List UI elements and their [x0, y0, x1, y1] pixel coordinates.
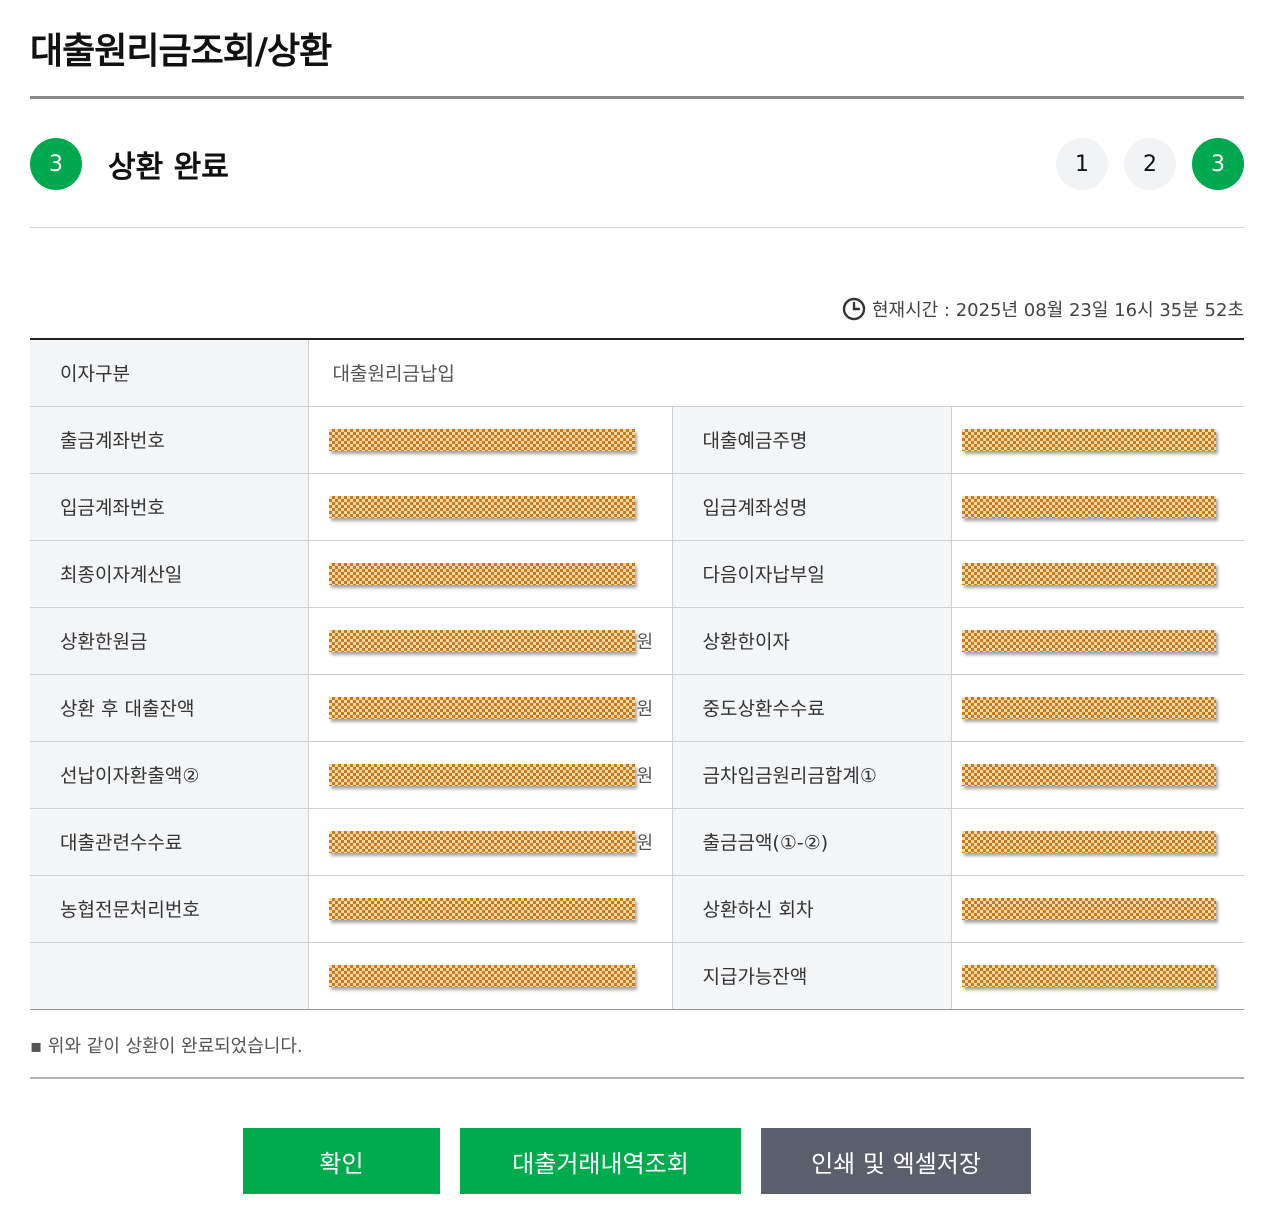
- field-label: 입금계좌번호: [30, 473, 308, 541]
- field-label: 상환한원금: [30, 607, 308, 675]
- field-label: 상환하신 회차: [671, 875, 951, 943]
- completion-note: ▪ 위와 같이 상환이 완료되었습니다.: [30, 1036, 303, 1057]
- table-row: 입금계좌번호 입금계좌성명: [30, 473, 1245, 541]
- page-title: 대출원리금조회/상환: [30, 31, 332, 72]
- table-row: 출금계좌번호 대출예금주명: [30, 406, 1245, 474]
- field-value: 원: [307, 674, 672, 742]
- current-time: 현재시간 : 2025년 08월 23일 16시 35분 52초: [842, 296, 1244, 322]
- redacted-value: [328, 964, 635, 987]
- redacted-value: [961, 562, 1216, 585]
- redacted-value: [328, 830, 635, 853]
- field-value: [950, 406, 1245, 474]
- table-row: 이자구분 대출원리금납입: [30, 339, 1245, 407]
- current-step-badge: 3: [30, 138, 82, 190]
- bottom-divider: [30, 1077, 1244, 1079]
- redacted-value: [961, 763, 1216, 786]
- field-value: [307, 540, 672, 608]
- field-label: 농협전문처리번호: [30, 875, 308, 943]
- table-row: 농협전문처리번호 상환하신 회차: [30, 875, 1245, 943]
- redacted-value: [328, 629, 635, 652]
- redacted-value: [961, 428, 1216, 451]
- value-unit: 원: [636, 765, 654, 787]
- field-label: 지급가능잔액: [671, 942, 951, 1010]
- redacted-value: [961, 964, 1216, 987]
- field-value: [950, 808, 1245, 876]
- field-label: 상환 후 대출잔액: [30, 674, 308, 742]
- field-value: [307, 875, 672, 943]
- loan-history-button[interactable]: 대출거래내역조회: [460, 1128, 741, 1194]
- step-title: 상환 완료: [108, 150, 229, 185]
- field-value: [950, 473, 1245, 541]
- field-value: [307, 473, 672, 541]
- step-dot-1: 1: [1056, 138, 1108, 190]
- field-value: 원: [307, 741, 672, 809]
- field-value: [950, 607, 1245, 675]
- field-label: 중도상환수수료: [671, 674, 951, 742]
- print-excel-button[interactable]: 인쇄 및 엑셀저장: [761, 1128, 1031, 1194]
- clock-icon: [842, 297, 866, 321]
- field-label: 금차입금원리금합계①: [671, 741, 951, 809]
- field-label: 다음이자납부일: [671, 540, 951, 608]
- value-unit: 원: [636, 698, 654, 720]
- field-label: 출금계좌번호: [30, 406, 308, 474]
- field-label: 출금금액(①-②): [671, 808, 951, 876]
- field-value: [950, 540, 1245, 608]
- table-row: 상환한원금 원 상환한이자: [30, 607, 1245, 675]
- interest-type-label: 이자구분: [30, 339, 308, 407]
- step-dot-2: 2: [1124, 138, 1176, 190]
- redacted-value: [961, 696, 1216, 719]
- field-label: 최종이자계산일: [30, 540, 308, 608]
- redacted-value: [961, 629, 1216, 652]
- step-indicator: 1 2 3: [1056, 138, 1244, 190]
- field-label: 상환한이자: [671, 607, 951, 675]
- field-value: [950, 674, 1245, 742]
- redacted-value: [328, 763, 635, 786]
- field-value: [950, 875, 1245, 943]
- step-header: 3 상환 완료 1 2 3: [30, 138, 1244, 190]
- redacted-value: [328, 428, 635, 451]
- action-buttons: 확인 대출거래내역조회 인쇄 및 엑셀저장: [243, 1128, 1031, 1194]
- table-row: 지급가능잔액: [30, 942, 1245, 1010]
- table-row: 선납이자환출액② 원 금차입금원리금합계①: [30, 741, 1245, 809]
- repayment-result-table: 이자구분 대출원리금납입 출금계좌번호 대출예금주명 입금계좌번호 입금계좌성명 최종이…: [30, 338, 1245, 1010]
- redacted-value: [328, 495, 635, 518]
- current-time-text: 현재시간 : 2025년 08월 23일 16시 35분 52초: [871, 300, 1244, 321]
- field-label: 입금계좌성명: [671, 473, 951, 541]
- step-divider: [30, 227, 1244, 228]
- table-row: 대출관련수수료 원 출금금액(①-②): [30, 808, 1245, 876]
- confirm-button[interactable]: 확인: [243, 1128, 440, 1194]
- redacted-value: [328, 562, 635, 585]
- field-value: [950, 942, 1245, 1010]
- field-value: 원: [307, 808, 672, 876]
- redacted-value: [961, 495, 1216, 518]
- redacted-value: [961, 830, 1216, 853]
- table-row: 최종이자계산일 다음이자납부일: [30, 540, 1245, 608]
- step-dot-3: 3: [1192, 138, 1244, 190]
- field-value: [307, 942, 672, 1010]
- field-value: [307, 406, 672, 474]
- value-unit: 원: [636, 631, 654, 653]
- table-row: 상환 후 대출잔액 원 중도상환수수료: [30, 674, 1245, 742]
- field-label: 대출관련수수료: [30, 808, 308, 876]
- field-label: 대출예금주명: [671, 406, 951, 474]
- field-label: [30, 942, 308, 1010]
- redacted-value: [328, 897, 635, 920]
- field-value: 원: [307, 607, 672, 675]
- field-value: [950, 741, 1245, 809]
- redacted-value: [328, 696, 635, 719]
- value-unit: 원: [636, 832, 654, 854]
- redacted-value: [961, 897, 1216, 920]
- interest-type-value: 대출원리금납입: [307, 339, 1245, 407]
- title-divider: [30, 96, 1244, 99]
- field-label: 선납이자환출액②: [30, 741, 308, 809]
